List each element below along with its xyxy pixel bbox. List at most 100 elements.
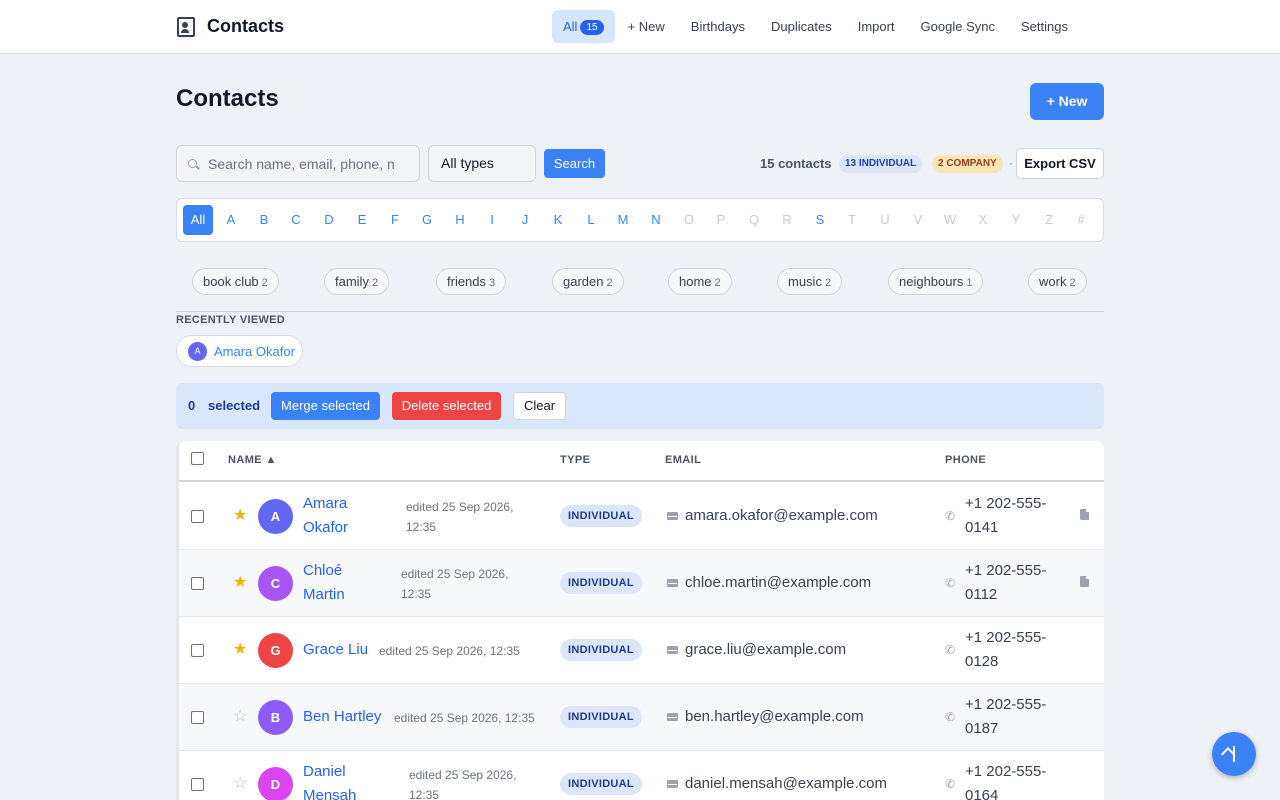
tag-chip[interactable]: music 2 (777, 268, 843, 295)
contact-name-line: Grace Liu (303, 641, 369, 658)
phone-icon: ✆ (945, 777, 956, 791)
alpha-filter-m[interactable]: M (608, 205, 638, 235)
type-filter-select[interactable]: All types (428, 145, 536, 182)
alpha-filter-l[interactable]: L (576, 205, 606, 235)
row-checkbox[interactable] (191, 711, 204, 724)
contact-name-link[interactable]: Chloé Martin (303, 559, 345, 607)
phone-line: 0128 (965, 653, 999, 670)
alphabet-filter: All A B C D E F G H I J K L M N O P Q R S T U V W X Y Z # (176, 198, 1104, 242)
search-button[interactable]: Search (544, 149, 605, 178)
alpha-filter-f[interactable]: F (380, 205, 410, 235)
row-checkbox[interactable] (191, 510, 204, 523)
delete-selected-button[interactable]: Delete selected (392, 392, 501, 420)
column-header-type: TYPE (560, 454, 591, 466)
select-all-checkbox[interactable] (191, 452, 204, 465)
alpha-filter-i[interactable]: I (477, 205, 507, 235)
nav-duplicates[interactable]: Duplicates (758, 10, 845, 43)
alpha-filter-a[interactable]: A (216, 205, 246, 235)
favorite-star-icon[interactable]: ☆ (233, 706, 247, 726)
edited-timestamp: edited 25 Sep 2026, 12:35 (409, 765, 516, 800)
tag-count: 2 (714, 277, 721, 289)
table-row[interactable]: ☆ B Ben Hartley edited 25 Sep 2026, 12:35 IN… (179, 684, 1104, 751)
merge-selected-button[interactable]: Merge selected (271, 392, 380, 420)
tag-chip[interactable]: friends 3 (436, 268, 507, 295)
edited-line: edited 25 Sep 2026, 12:35 (394, 711, 535, 725)
nav-google-sync[interactable]: Google Sync (908, 10, 1008, 43)
edited-timestamp: edited 25 Sep 2026, 12:35 (394, 708, 535, 728)
page-title: Contacts (176, 85, 279, 112)
nav-all[interactable]: All 15 (552, 10, 615, 43)
new-contact-button[interactable]: + New (1030, 83, 1104, 120)
alpha-filter-j[interactable]: J (510, 205, 540, 235)
avatar: D (258, 767, 293, 800)
document-icon[interactable] (1080, 509, 1089, 520)
avatar: A (188, 342, 207, 361)
scroll-to-top-button[interactable] (1212, 732, 1256, 776)
selected-label: selected (208, 398, 261, 413)
alpha-filter-z: Z (1045, 212, 1053, 227)
contact-name-link[interactable]: Amara Okafor (303, 492, 348, 540)
nav-import[interactable]: Import (845, 10, 908, 43)
tag-count: 2 (1069, 277, 1076, 289)
alpha-filter-e[interactable]: E (347, 205, 377, 235)
avatar: G (258, 633, 293, 668)
edited-line: 12:35 (409, 788, 440, 800)
avatar: A (258, 499, 293, 534)
contact-name-link[interactable]: Ben Hartley (303, 705, 381, 729)
alpha-filter-k[interactable]: K (543, 205, 573, 235)
table-row[interactable]: ★ G Grace Liu edited 25 Sep 2026, 12:35 INDI… (179, 617, 1104, 684)
alpha-filter-o: O (683, 212, 695, 227)
table-row[interactable]: ☆ D Daniel Mensah edited 25 Sep 2026, 12:35 IN… (179, 751, 1104, 800)
table-row[interactable]: ★ C Chloé Martin edited 25 Sep 2026, 12:35 IND… (179, 550, 1104, 617)
alpha-filter-x: X (978, 212, 988, 227)
recent-contact-chip[interactable]: A Amara Okafor (176, 335, 303, 367)
alpha-filter-g[interactable]: G (412, 205, 442, 235)
tag-chip[interactable]: home 2 (668, 268, 732, 295)
contact-name-link[interactable]: Daniel Mensah (303, 760, 356, 800)
phone-line: 0112 (965, 586, 998, 603)
contact-name-link[interactable]: Grace Liu (303, 638, 368, 662)
alpha-filter-n[interactable]: N (641, 205, 671, 235)
alpha-filter-s[interactable]: S (805, 205, 835, 235)
phone-line: 0141 (965, 519, 999, 536)
alpha-filter-h[interactable]: H (445, 205, 475, 235)
alpha-filter-w: W (943, 212, 957, 227)
tag-name: garden (563, 274, 604, 289)
divider (176, 311, 1104, 312)
alpha-filter-b[interactable]: B (249, 205, 279, 235)
export-csv-button[interactable]: Export CSV (1016, 148, 1104, 179)
phone-value: +1 202-555- 0128 (965, 626, 1075, 674)
nav-birthdays[interactable]: Birthdays (678, 10, 758, 43)
tag-chip[interactable]: family 2 (324, 268, 390, 295)
type-badge: INDIVIDUAL (560, 505, 642, 527)
alpha-filter-d[interactable]: D (314, 205, 344, 235)
favorite-star-icon[interactable]: ★ (233, 505, 247, 525)
nav-new[interactable]: + New (615, 10, 678, 43)
alpha-filter-p: P (716, 212, 726, 227)
row-checkbox[interactable] (191, 577, 204, 590)
row-checkbox[interactable] (191, 778, 204, 791)
tag-chip[interactable]: neighbours 1 (888, 268, 984, 295)
search-input[interactable] (208, 154, 394, 174)
column-header-email: EMAIL (665, 454, 702, 466)
alpha-filter-all[interactable]: All (183, 205, 213, 235)
tag-chip[interactable]: work 2 (1028, 268, 1087, 295)
tag-chip[interactable]: garden 2 (552, 268, 624, 295)
clear-selection-button[interactable]: Clear (513, 392, 566, 420)
document-icon[interactable] (1080, 576, 1089, 587)
favorite-star-icon[interactable]: ★ (233, 639, 247, 659)
contact-name-line: Amara (303, 495, 348, 512)
tag-chip[interactable]: book club 2 (192, 268, 279, 295)
table-header: NAME ▲ TYPE EMAIL PHONE (179, 441, 1104, 482)
column-header-name[interactable]: NAME ▲ (228, 454, 277, 466)
table-row[interactable]: ★ A Amara Okafor edited 25 Sep 2026, 12:35 IND… (179, 483, 1104, 550)
favorite-star-icon[interactable]: ☆ (233, 773, 247, 793)
alpha-filter-t: T (848, 212, 856, 227)
alpha-filter-c[interactable]: C (281, 205, 311, 235)
type-badge: INDIVIDUAL (560, 639, 642, 661)
brand[interactable]: Contacts (177, 16, 284, 37)
favorite-star-icon[interactable]: ★ (233, 572, 247, 592)
row-checkbox[interactable] (191, 644, 204, 657)
phone-line: +1 202-555- (965, 495, 1047, 512)
nav-settings[interactable]: Settings (1008, 10, 1081, 43)
